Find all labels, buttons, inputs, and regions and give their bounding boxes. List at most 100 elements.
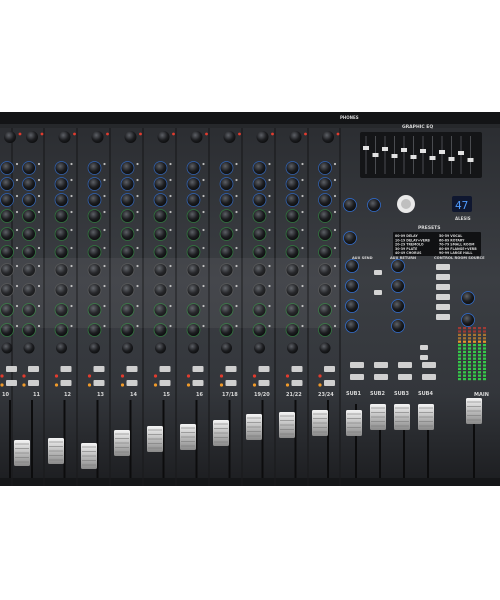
master-knob bbox=[392, 320, 404, 332]
pan-knob bbox=[287, 342, 298, 354]
sub-assign-button bbox=[398, 362, 412, 368]
channel-knob bbox=[319, 194, 331, 206]
pan-knob bbox=[155, 342, 166, 354]
graphic-eq-label: GRAPHIC EQ bbox=[402, 124, 433, 130]
pan-knob bbox=[221, 342, 232, 354]
channel-knob bbox=[121, 162, 134, 174]
aux-button bbox=[420, 345, 428, 350]
master-knob bbox=[346, 260, 358, 272]
sub-assign-button bbox=[374, 374, 388, 380]
master-knob bbox=[392, 300, 404, 312]
channel-knob bbox=[1, 162, 13, 174]
channel-knob bbox=[154, 210, 167, 222]
control-room-source-label: CONTROL ROOM SOURCE bbox=[434, 256, 485, 260]
sub-assign-button bbox=[422, 362, 436, 368]
channel-knob bbox=[154, 246, 167, 258]
geq-slider bbox=[420, 149, 426, 153]
channel-knob bbox=[187, 228, 200, 240]
presets-label: PRESETS bbox=[418, 225, 440, 231]
gain-knob bbox=[58, 131, 71, 143]
fx-knob bbox=[344, 232, 356, 244]
aux-button bbox=[374, 290, 382, 295]
gain-knob bbox=[256, 131, 269, 143]
source-button bbox=[436, 314, 450, 320]
channel-knob bbox=[187, 210, 200, 222]
main-label: MAIN bbox=[474, 392, 489, 398]
channel-knob bbox=[88, 228, 101, 240]
fx-knob bbox=[368, 199, 380, 211]
solo-button bbox=[126, 380, 138, 386]
channel-knob bbox=[23, 194, 35, 206]
channel-knob bbox=[121, 194, 134, 206]
channel-knob bbox=[1, 194, 13, 206]
channel-knob bbox=[1, 210, 13, 222]
channel-number: 13 bbox=[97, 392, 104, 398]
pan-knob bbox=[188, 342, 199, 354]
solo-button bbox=[159, 380, 171, 386]
mute-button bbox=[324, 366, 335, 372]
channel-knob bbox=[88, 194, 101, 206]
channel-knob bbox=[286, 228, 299, 240]
subgroup-label: SUB2 bbox=[370, 391, 385, 397]
channel-knob bbox=[319, 246, 331, 258]
channel-knob bbox=[187, 178, 200, 190]
channel-knob bbox=[1, 178, 13, 190]
master-knob bbox=[346, 320, 358, 332]
source-button bbox=[436, 274, 450, 280]
solo-button bbox=[192, 380, 204, 386]
aux-return-label: AUX RETURN bbox=[390, 256, 416, 260]
source-button bbox=[436, 294, 450, 300]
channel-knob bbox=[121, 210, 134, 222]
pan-knob bbox=[89, 342, 100, 354]
channel-knob bbox=[88, 178, 101, 190]
phones-label: PHONES bbox=[340, 115, 359, 120]
channel-knob bbox=[220, 228, 233, 240]
channel-knob bbox=[286, 210, 299, 222]
source-button bbox=[436, 264, 450, 270]
solo-button bbox=[258, 380, 270, 386]
subgroup-label: SUB4 bbox=[418, 391, 433, 397]
mute-button bbox=[225, 366, 237, 372]
channel-knob bbox=[319, 162, 331, 174]
gain-knob bbox=[190, 131, 203, 143]
gain-knob bbox=[157, 131, 170, 143]
channel-knob bbox=[253, 228, 266, 240]
channel-knob bbox=[286, 194, 299, 206]
gain-knob bbox=[26, 131, 38, 143]
fx-brand: ALESIS bbox=[455, 216, 471, 221]
pan-knob bbox=[319, 342, 331, 354]
channel-knob bbox=[253, 246, 266, 258]
solo-button bbox=[291, 380, 303, 386]
channel-knob bbox=[1, 228, 13, 240]
mute-button bbox=[60, 366, 72, 372]
geq-slider bbox=[401, 148, 407, 152]
console-top-strip bbox=[0, 112, 500, 124]
sub-assign-button bbox=[374, 362, 388, 368]
sub-assign-button bbox=[350, 362, 364, 368]
fx-knob bbox=[344, 199, 356, 211]
channel-knob bbox=[286, 178, 299, 190]
channel-knob bbox=[23, 162, 35, 174]
channel-knob bbox=[187, 246, 200, 258]
channel-knob bbox=[286, 246, 299, 258]
solo-button bbox=[6, 380, 17, 386]
solo-button bbox=[28, 380, 39, 386]
mute-button bbox=[93, 366, 105, 372]
gain-knob bbox=[223, 131, 236, 143]
mute-button bbox=[126, 366, 138, 372]
pan-knob bbox=[254, 342, 265, 354]
master-knob bbox=[346, 300, 358, 312]
aux-send-label: AUX SEND bbox=[352, 256, 373, 260]
geq-slider bbox=[439, 150, 445, 154]
channel-knob bbox=[88, 210, 101, 222]
pan-knob bbox=[56, 342, 67, 354]
channel-knob bbox=[23, 178, 35, 190]
channel-knob bbox=[154, 178, 167, 190]
channel-number: 23/24 bbox=[318, 392, 334, 398]
gain-knob bbox=[322, 131, 334, 143]
channel-knob bbox=[286, 162, 299, 174]
channel-knob bbox=[121, 178, 134, 190]
subgroup-label: SUB3 bbox=[394, 391, 409, 397]
graphic-eq-section bbox=[360, 132, 482, 178]
pan-knob bbox=[23, 342, 35, 354]
